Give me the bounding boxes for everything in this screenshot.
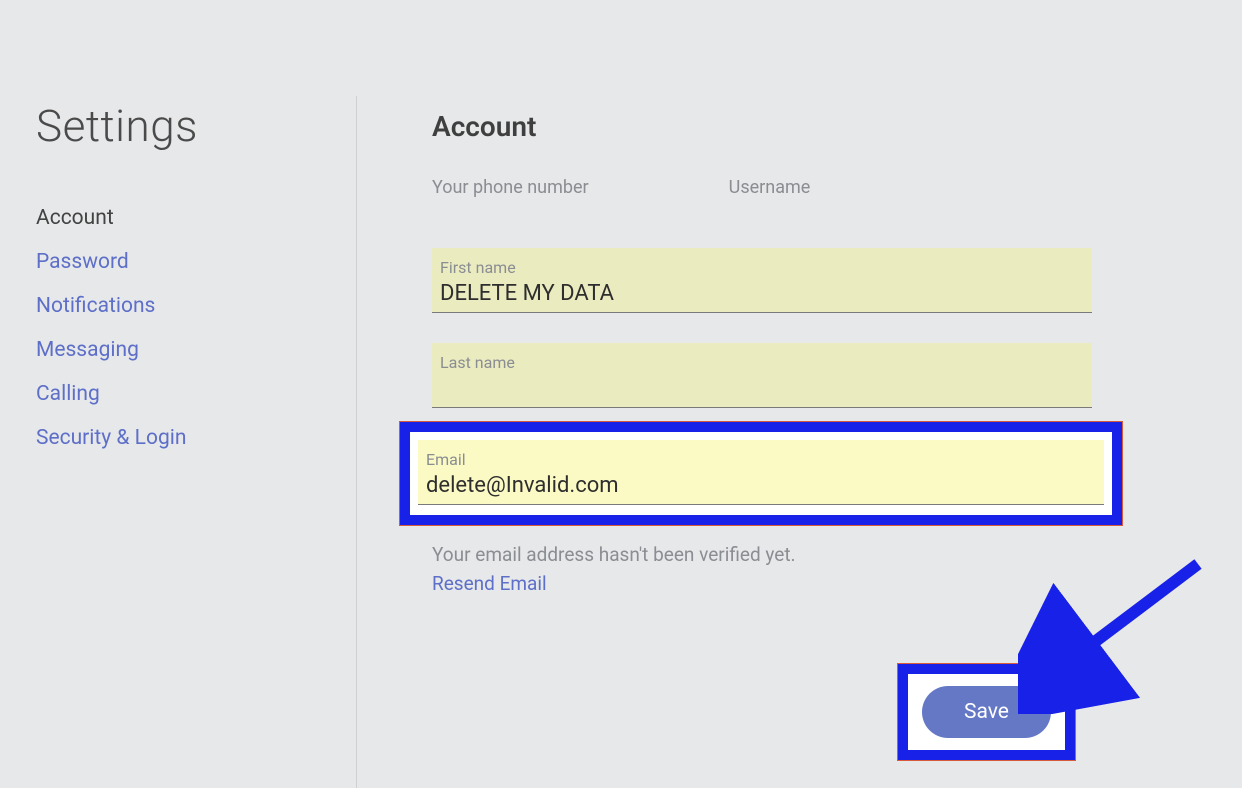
save-highlight-annotation: Save xyxy=(898,664,1075,760)
email-verify-text: Your email address hasn't been verified … xyxy=(432,543,1092,566)
phone-field: Your phone number xyxy=(432,177,589,198)
email-input[interactable] xyxy=(424,469,1098,504)
username-field: Username xyxy=(729,177,811,198)
last-name-input[interactable] xyxy=(438,372,1086,407)
first-name-group: First name xyxy=(432,248,1092,313)
username-label: Username xyxy=(729,177,811,198)
account-panel: Account Your phone number Username First… xyxy=(432,110,1092,595)
phone-label: Your phone number xyxy=(432,177,589,198)
settings-sidebar: Settings Account Password Notifications … xyxy=(36,100,356,470)
sidebar-item-account[interactable]: Account xyxy=(36,206,356,230)
settings-title: Settings xyxy=(36,100,356,152)
sidebar-item-notifications[interactable]: Notifications xyxy=(36,294,356,318)
sidebar-item-security-login[interactable]: Security & Login xyxy=(36,426,356,450)
sidebar-item-calling[interactable]: Calling xyxy=(36,382,356,406)
account-title: Account xyxy=(432,110,1092,143)
vertical-divider xyxy=(356,96,357,788)
resend-email-link[interactable]: Resend Email xyxy=(432,572,1092,595)
email-highlight-annotation: Email xyxy=(400,422,1122,525)
readonly-row: Your phone number Username xyxy=(432,177,1092,198)
last-name-label: Last name xyxy=(440,353,1086,372)
first-name-label: First name xyxy=(440,258,1086,277)
last-name-group: Last name xyxy=(432,343,1092,408)
sidebar-item-messaging[interactable]: Messaging xyxy=(36,338,356,362)
email-group: Email xyxy=(418,440,1104,505)
first-name-input[interactable] xyxy=(438,277,1086,312)
save-button[interactable]: Save xyxy=(922,686,1051,738)
email-label: Email xyxy=(426,450,1098,469)
sidebar-item-password[interactable]: Password xyxy=(36,250,356,274)
